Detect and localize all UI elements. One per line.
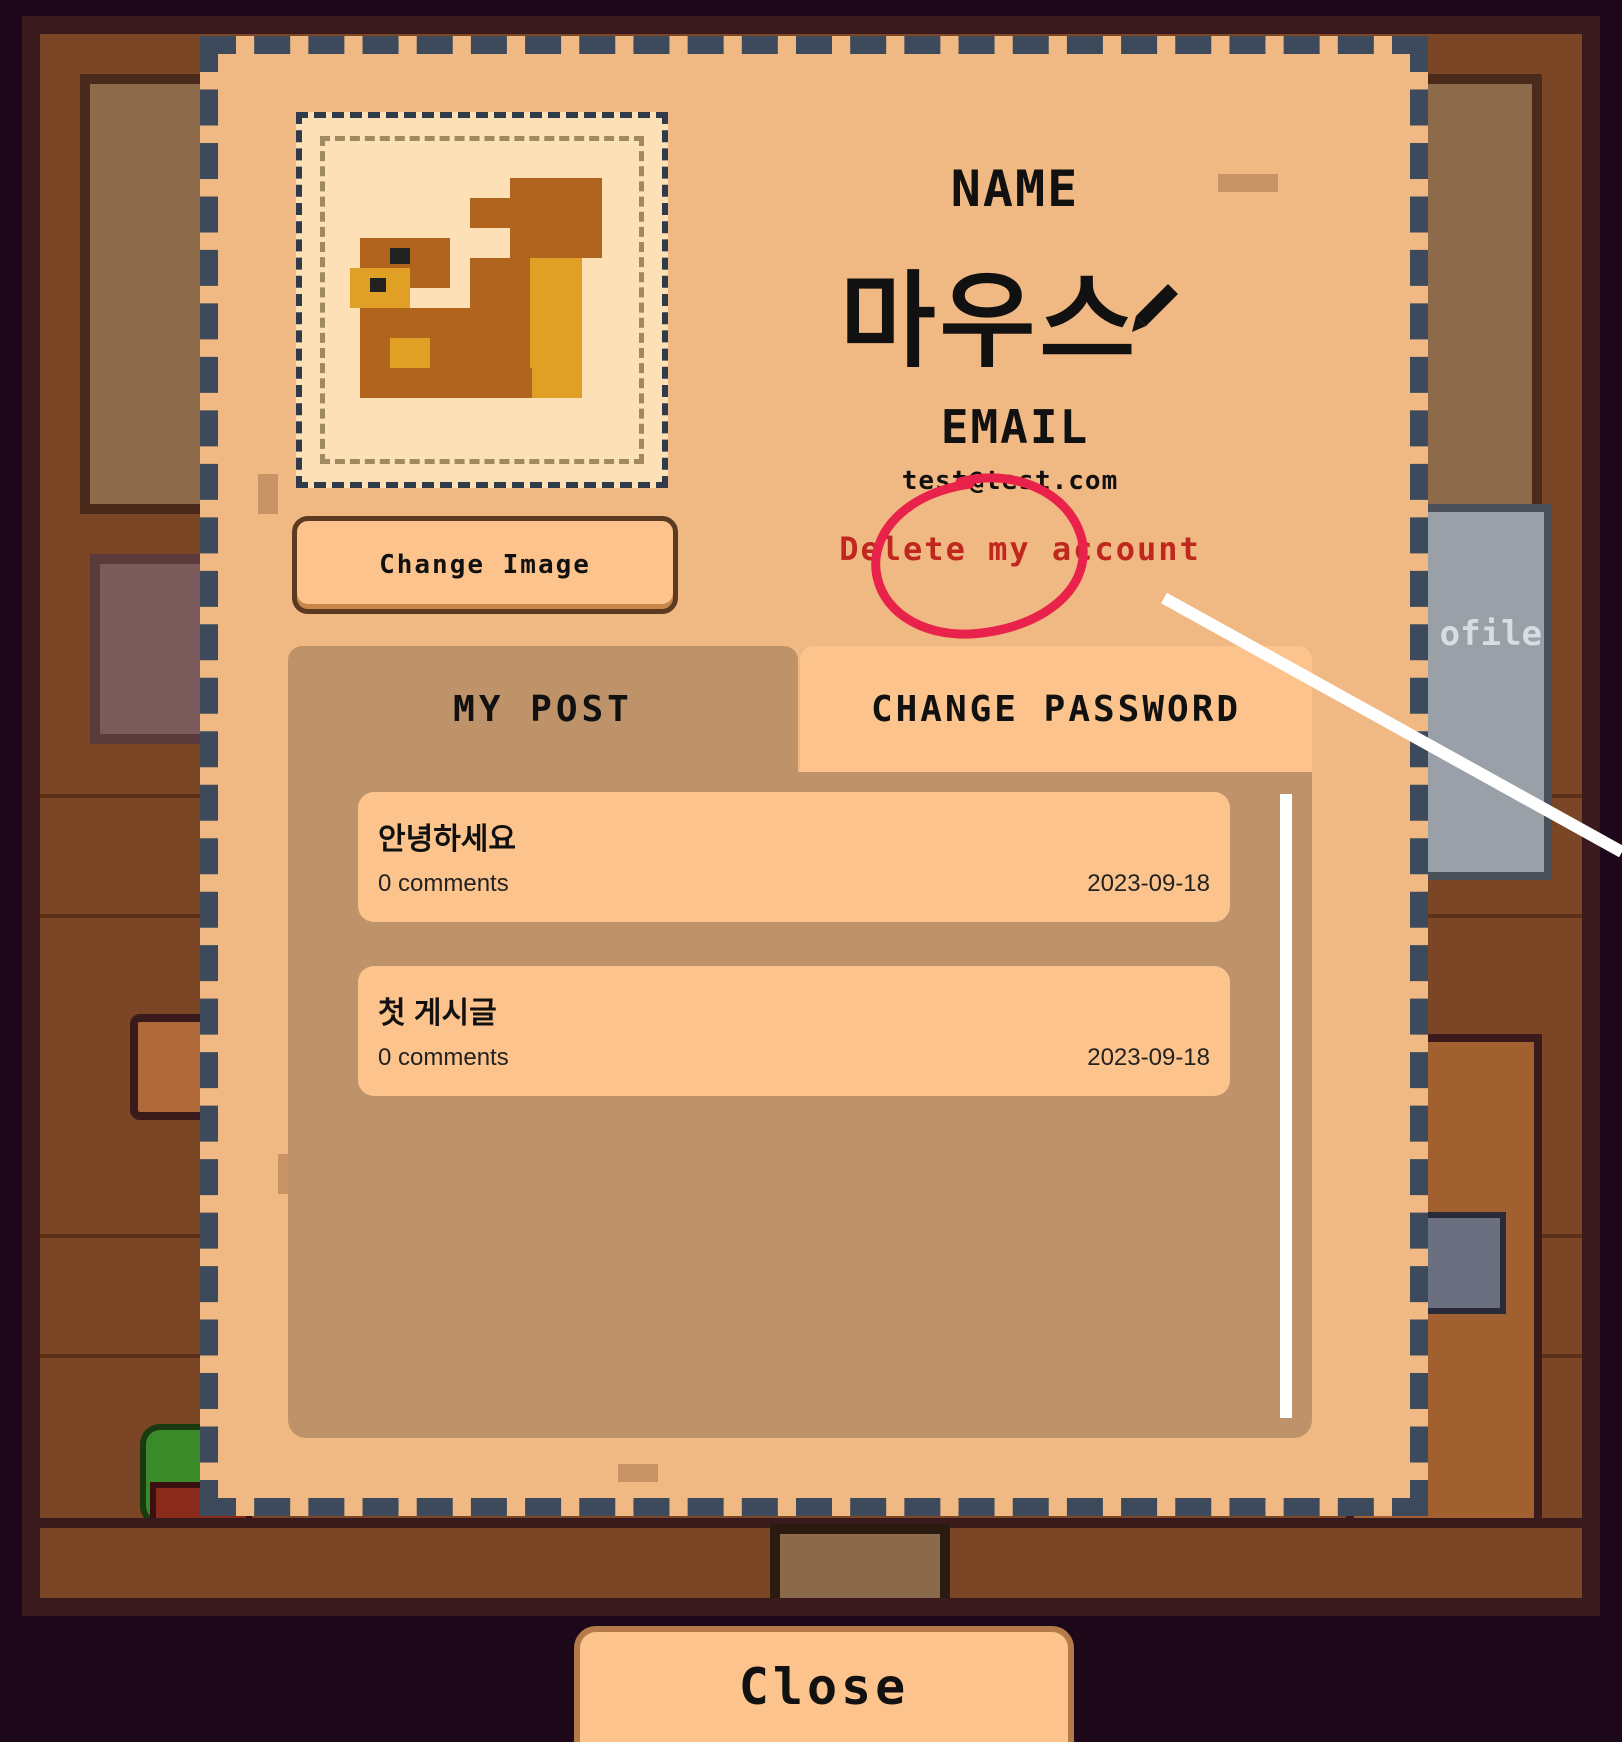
post-list: 안녕하세요 0 comments 2023-09-18 첫 게시글 0 comm… (358, 792, 1230, 1140)
name-label: NAME (950, 160, 1080, 218)
parchment-spot (618, 1464, 658, 1482)
post-date: 2023-09-18 (1087, 870, 1210, 897)
change-image-button[interactable]: Change Image (292, 516, 678, 614)
parchment-spot (1218, 174, 1278, 192)
name-value: 마우스 (840, 260, 1140, 382)
post-title: 안녕하세요 (378, 823, 516, 856)
post-date: 2023-09-18 (1087, 1044, 1210, 1071)
post-title: 첫 게시글 (378, 997, 497, 1030)
profile-tabs: MY POST CHANGE PASSWORD 안녕하세요 0 comments… (288, 646, 1312, 1438)
post-card[interactable]: 안녕하세요 0 comments 2023-09-18 (358, 792, 1230, 922)
profile-avatar (296, 112, 668, 488)
post-comment-count: 0 comments (378, 870, 509, 897)
annotation-circle (871, 473, 1088, 639)
room-door (770, 1524, 950, 1598)
my-post-panel: 안녕하세요 0 comments 2023-09-18 첫 게시글 0 comm… (288, 772, 1312, 1438)
parchment-spot (258, 474, 278, 514)
pencil-icon[interactable] (1130, 280, 1180, 334)
tab-my-post[interactable]: MY POST (288, 646, 798, 772)
squirrel-icon (350, 178, 602, 398)
post-card[interactable]: 첫 게시글 0 comments 2023-09-18 (358, 966, 1230, 1096)
post-comment-count: 0 comments (378, 1044, 509, 1071)
close-button[interactable]: Close (574, 1626, 1074, 1742)
email-label: EMAIL (940, 400, 1090, 454)
post-list-scrollbar[interactable] (1280, 794, 1292, 1418)
annotation-line (1161, 592, 1622, 858)
